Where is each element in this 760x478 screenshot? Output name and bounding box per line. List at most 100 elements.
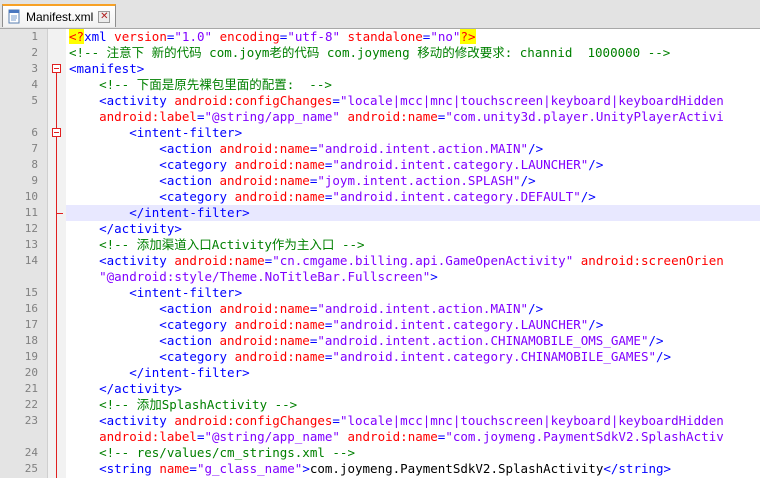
code-line[interactable]: 18 <action android:name="android.intent.… [0,333,760,349]
fold-toggle-icon[interactable] [52,64,61,73]
code-text[interactable]: <string name="g_class_name">com.joymeng.… [66,461,760,477]
code-line[interactable]: 21 </activity> [0,381,760,397]
line-number: 23 [24,414,38,427]
code-area[interactable]: 1 <?xml version="1.0" encoding="utf-8" st… [0,29,760,477]
code-text[interactable]: android:label="@string/app_name" android… [66,109,760,125]
code-text[interactable]: <!-- 添加渠道入口Activity作为主入口 --> [66,237,760,253]
code-text[interactable]: <activity android:name="cn.cmgame.billin… [66,253,760,269]
token-pi: ?> [460,29,476,44]
code-line[interactable]: 11 </intent-filter> [0,205,760,221]
tab-manifest-xml[interactable]: Manifest.xml ✕ [2,4,116,27]
code-line[interactable]: 15 <intent-filter> [0,285,760,301]
token-tag: > [302,461,310,476]
code-text[interactable]: "@android:style/Theme.NoTitleBar.Fullscr… [66,269,760,285]
token-attr: name [159,461,190,476]
code-text[interactable]: <manifest> [66,61,760,77]
token-tag: = [332,93,340,108]
token-attr: android:label [99,109,197,124]
code-text[interactable]: <intent-filter> [66,125,760,141]
line-number: 13 [24,238,38,251]
close-icon[interactable]: ✕ [98,10,111,23]
code-line[interactable]: 8 <category android:name="android.intent… [0,157,760,173]
code-line[interactable]: 13 <!-- 添加渠道入口Activity作为主入口 --> [0,237,760,253]
code-text[interactable]: <action android:name="android.intent.act… [66,333,760,349]
token-cmt: <!-- 添加SplashActivity --> [69,397,298,412]
token-tag: </intent-filter> [69,365,250,380]
code-text[interactable]: <action android:name="android.intent.act… [66,141,760,157]
code-text[interactable]: <?xml version="1.0" encoding="utf-8" sta… [66,29,760,45]
token-tag: /> [656,349,672,364]
code-text[interactable]: <activity android:configChanges="locale|… [66,93,760,109]
code-text[interactable]: <!-- 添加SplashActivity --> [66,397,760,413]
token-tag: /> [588,317,604,332]
token-cmt: <!-- 下面是原先裸包里面的配置: --> [69,77,332,92]
code-line[interactable]: 10 <category android:name="android.inten… [0,189,760,205]
token-tag: <category [69,349,235,364]
code-text[interactable]: <activity android:configChanges="locale|… [66,413,760,429]
code-text[interactable]: <category android:name="android.intent.c… [66,189,760,205]
token-pi: <? [69,29,85,44]
code-line[interactable]: 1 <?xml version="1.0" encoding="utf-8" st… [0,29,760,45]
code-line[interactable]: 4 <!-- 下面是原先裸包里面的配置: --> [0,77,760,93]
token-txt: com.joymeng.PaymentSdkV2.SplashActivity [309,461,604,476]
line-number: 3 [31,62,38,75]
code-text[interactable]: </activity> [66,381,760,397]
code-line[interactable]: 19 <category android:name="android.inten… [0,349,760,365]
code-line[interactable]: 7 <action android:name="android.intent.a… [0,141,760,157]
line-number: 5 [31,94,38,107]
code-text[interactable]: </intent-filter> [66,205,760,221]
token-tag [69,429,99,444]
code-line[interactable]: 2 <!-- 注意下 新的代码 com.joym老的代码 com.joymeng … [0,45,760,61]
code-line[interactable]: 14 <activity android:name="cn.cmgame.bil… [0,253,760,269]
line-number: 8 [31,158,38,171]
code-text[interactable]: <action android:name="android.intent.act… [66,301,760,317]
token-tag: xml [84,29,115,44]
token-tag: <manifest> [69,61,145,76]
code-text[interactable]: <category android:name="android.intent.c… [66,317,760,333]
token-attr: android:name [347,429,438,444]
code-editor[interactable]: 1 <?xml version="1.0" encoding="utf-8" st… [0,29,760,478]
token-cmt: <!-- 注意下 新的代码 com.joym老的代码 com.joymeng 移… [69,45,671,60]
token-val: "android.intent.action.MAIN" [317,141,529,156]
code-line[interactable]: 24 <!-- res/values/cm_strings.xml --> [0,445,760,461]
code-line[interactable]: 12 </activity> [0,221,760,237]
code-text[interactable]: </intent-filter> [66,365,760,381]
code-line[interactable]: 25 <string name="g_class_name">com.joyme… [0,461,760,477]
code-line[interactable]: 23 <activity android:configChanges="loca… [0,413,760,429]
code-line[interactable]: android:label="@string/app_name" android… [0,109,760,125]
code-line[interactable]: 5 <activity android:configChanges="local… [0,93,760,109]
token-attr: android:name [347,109,438,124]
code-line[interactable]: 6 <intent-filter> [0,125,760,141]
code-text[interactable]: <action android:name="joym.intent.action… [66,173,760,189]
code-line[interactable]: 20 </intent-filter> [0,365,760,381]
token-attr: android:name [219,141,310,156]
code-text[interactable]: <category android:name="android.intent.c… [66,349,760,365]
token-cmt: <!-- 添加渠道入口Activity作为主入口 --> [69,237,365,252]
code-line[interactable]: android:label="@string/app_name" android… [0,429,760,445]
line-number: 10 [24,190,38,203]
token-attr: android:configChanges [174,413,333,428]
code-line[interactable]: "@android:style/Theme.NoTitleBar.Fullscr… [0,269,760,285]
token-attr: android:name [174,253,265,268]
token-val: "locale|mcc|mnc|touchscreen|keyboard|key… [339,413,724,428]
code-text[interactable]: <!-- 注意下 新的代码 com.joym老的代码 com.joymeng 移… [66,45,760,61]
token-tag: <action [69,141,220,156]
code-line[interactable]: 17 <category android:name="android.inten… [0,317,760,333]
code-text[interactable]: <intent-filter> [66,285,760,301]
code-text[interactable]: <!-- res/values/cm_strings.xml --> [66,445,760,461]
code-line[interactable]: 9 <action android:name="joym.intent.acti… [0,173,760,189]
code-line[interactable]: 3 <manifest> [0,61,760,77]
token-tag: <action [69,333,220,348]
line-number: 15 [24,286,38,299]
token-val: "com.joymeng.PaymentSdkV2.SplashActiv [445,429,724,444]
token-attr: android:name [219,173,310,188]
code-text[interactable]: <category android:name="android.intent.c… [66,157,760,173]
token-attr: version [114,29,167,44]
token-attr: android:name [234,189,325,204]
code-text[interactable]: android:label="@string/app_name" android… [66,429,760,445]
fold-toggle-icon[interactable] [52,128,61,137]
code-line[interactable]: 16 <action android:name="android.intent.… [0,301,760,317]
code-text[interactable]: <!-- 下面是原先裸包里面的配置: --> [66,77,760,93]
code-line[interactable]: 22 <!-- 添加SplashActivity --> [0,397,760,413]
code-text[interactable]: </activity> [66,221,760,237]
